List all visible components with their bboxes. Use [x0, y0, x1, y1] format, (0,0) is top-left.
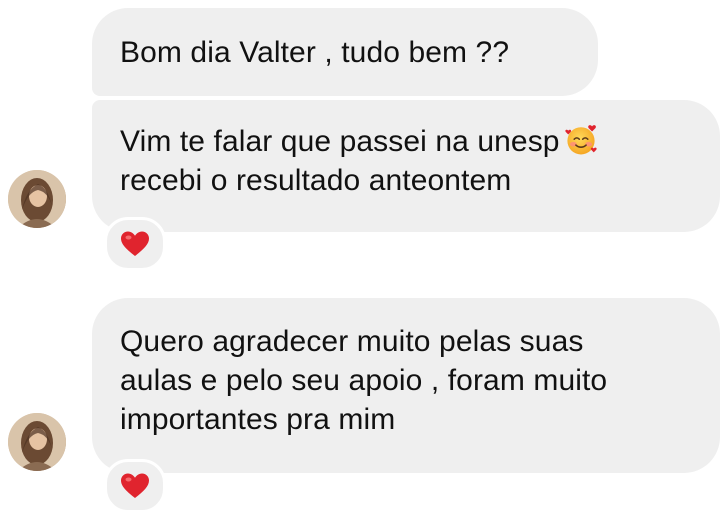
message-text: Bom dia Valter , tudo bem ?? [120, 36, 510, 69]
message-text: recebi o resultado anteontem [120, 164, 512, 197]
avatar[interactable] [8, 170, 66, 228]
reaction-badge[interactable] [104, 217, 166, 271]
message-text-line: Vim te falar que passei na unesp [120, 122, 720, 161]
red-heart-icon [121, 231, 149, 256]
avatar-photo [8, 170, 66, 228]
message-text: aulas e pelo seu apoio , foram muito [120, 364, 608, 397]
message-bubble-3[interactable]: Quero agradecer muito pelas suas aulas e… [92, 298, 720, 473]
smiling-face-with-hearts-icon [564, 125, 597, 155]
red-heart-icon [121, 473, 149, 498]
message-text: Quero agradecer muito pelas suas [120, 325, 584, 358]
reaction-badge[interactable] [104, 459, 166, 513]
message-bubble-2[interactable]: Vim te falar que passei na unesp recebi … [92, 100, 720, 232]
avatar[interactable] [8, 413, 66, 471]
message-text: Vim te falar que passei na unesp [120, 125, 560, 158]
message-text: importantes pra mim [120, 403, 396, 436]
avatar-photo [8, 413, 66, 471]
message-bubble-1[interactable]: Bom dia Valter , tudo bem ?? [92, 8, 598, 96]
